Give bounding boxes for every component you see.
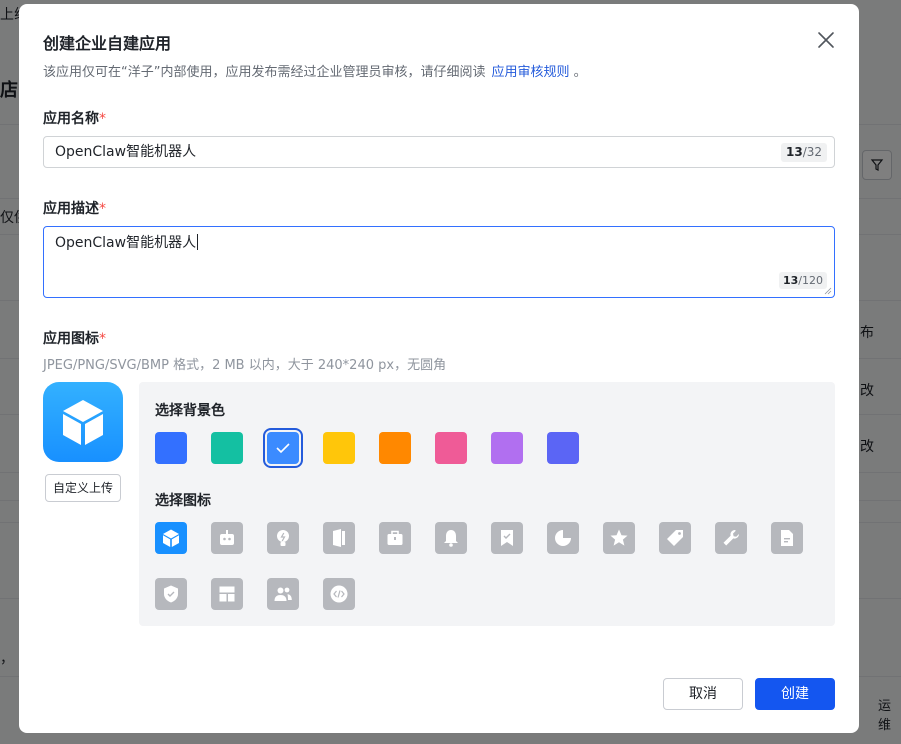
icon-hint: JPEG/PNG/SVG/BMP 格式，2 MB 以内，大于 240*240 p… <box>43 358 447 373</box>
bg-color-swatch[interactable] <box>211 432 243 464</box>
bg-color-swatch[interactable] <box>435 432 467 464</box>
subtitle-text: 该应用仅可在“洋子”内部使用，应用发布需经过企业管理员审核，请仔细阅读 <box>43 65 486 80</box>
custom-upload-button[interactable]: 自定义上传 <box>45 474 121 502</box>
icon-option[interactable] <box>267 522 299 554</box>
pie-icon <box>555 530 571 546</box>
bg-color-swatch[interactable] <box>491 432 523 464</box>
app-icon-preview <box>43 382 123 462</box>
close-button[interactable] <box>815 29 837 51</box>
icon-option[interactable] <box>267 578 299 610</box>
char-count: 13 <box>785 145 803 159</box>
bg-color-swatch[interactable] <box>155 432 187 464</box>
bulb-icon <box>277 530 289 546</box>
create-app-dialog: 创建企业自建应用 该应用仅可在“洋子”内部使用，应用发布需经过企业管理员审核，请… <box>19 4 859 733</box>
bg-color-swatch[interactable] <box>263 428 303 468</box>
icon-option[interactable] <box>435 522 467 554</box>
code-icon <box>330 585 348 603</box>
required-mark: * <box>99 111 106 127</box>
bg-color-label: 选择背景色 <box>155 403 225 419</box>
char-max: /120 <box>798 274 823 287</box>
check-icon <box>276 443 290 454</box>
review-rules-link[interactable]: 应用审核规则 <box>491 65 569 80</box>
app-name-input[interactable]: OpenClaw智能机器人 13/32 <box>43 136 835 168</box>
bell-icon <box>444 530 458 547</box>
dialog-subtitle: 该应用仅可在“洋子”内部使用，应用发布需经过企业管理员审核，请仔细阅读 应用审核规… <box>43 61 587 80</box>
close-icon <box>818 32 834 48</box>
icon-option[interactable] <box>715 522 747 554</box>
char-count: 13 <box>782 274 799 287</box>
layout-icon <box>219 586 235 602</box>
dialog-title: 创建企业自建应用 <box>43 34 172 53</box>
app-name-label: 应用名称* <box>43 108 106 128</box>
tag-icon <box>667 530 683 546</box>
cancel-button[interactable]: 取消 <box>663 678 743 710</box>
text-caret <box>197 234 199 250</box>
app-name-label-text: 应用名称 <box>43 111 99 127</box>
icon-option[interactable] <box>323 522 355 554</box>
door-icon <box>333 529 345 547</box>
document-icon <box>781 530 793 546</box>
icon-option[interactable] <box>155 578 187 610</box>
app-icon-label: 应用图标* <box>43 328 106 348</box>
app-desc-value: OpenClaw智能机器人 <box>55 235 197 251</box>
cube-icon <box>163 529 179 547</box>
char-max: /32 <box>802 145 822 159</box>
required-mark: * <box>99 201 106 217</box>
icon-option[interactable] <box>211 522 243 554</box>
icon-option[interactable] <box>491 522 523 554</box>
subtitle-end: 。 <box>573 65 587 80</box>
bg-color-swatch[interactable] <box>379 432 411 464</box>
bookmark-icon <box>501 530 513 546</box>
app-name-counter: 13/32 <box>780 143 827 162</box>
app-desc-label: 应用描述* <box>43 198 106 218</box>
icon-option[interactable] <box>211 578 243 610</box>
star-icon <box>610 529 628 546</box>
resize-handle-icon[interactable] <box>824 287 832 295</box>
icon-option[interactable] <box>323 578 355 610</box>
robot-icon <box>220 530 234 545</box>
app-desc-label-text: 应用描述 <box>43 201 99 217</box>
app-name-value: OpenClaw智能机器人 <box>55 144 197 160</box>
create-button[interactable]: 创建 <box>755 678 835 710</box>
icon-option[interactable] <box>155 522 187 554</box>
app-desc-textarea[interactable]: OpenClaw智能机器人 13/120 <box>43 226 835 298</box>
briefcase-icon <box>387 530 403 545</box>
icon-picker-panel: 选择背景色 选择图标 <box>139 382 835 626</box>
shield-icon <box>164 585 178 603</box>
icon-option[interactable] <box>659 522 691 554</box>
required-mark: * <box>99 331 106 347</box>
icon-choice-label: 选择图标 <box>155 493 211 509</box>
cube-icon <box>63 400 103 445</box>
bg-color-swatch[interactable] <box>547 432 579 464</box>
app-desc-counter: 13/120 <box>778 272 827 289</box>
bg-color-swatch[interactable] <box>323 432 355 464</box>
icon-option[interactable] <box>379 522 411 554</box>
icon-option[interactable] <box>603 522 635 554</box>
icon-option[interactable] <box>547 522 579 554</box>
wrench-icon <box>723 529 740 546</box>
app-icon-label-text: 应用图标 <box>43 331 99 347</box>
users-icon <box>274 587 292 601</box>
icon-option[interactable] <box>771 522 803 554</box>
